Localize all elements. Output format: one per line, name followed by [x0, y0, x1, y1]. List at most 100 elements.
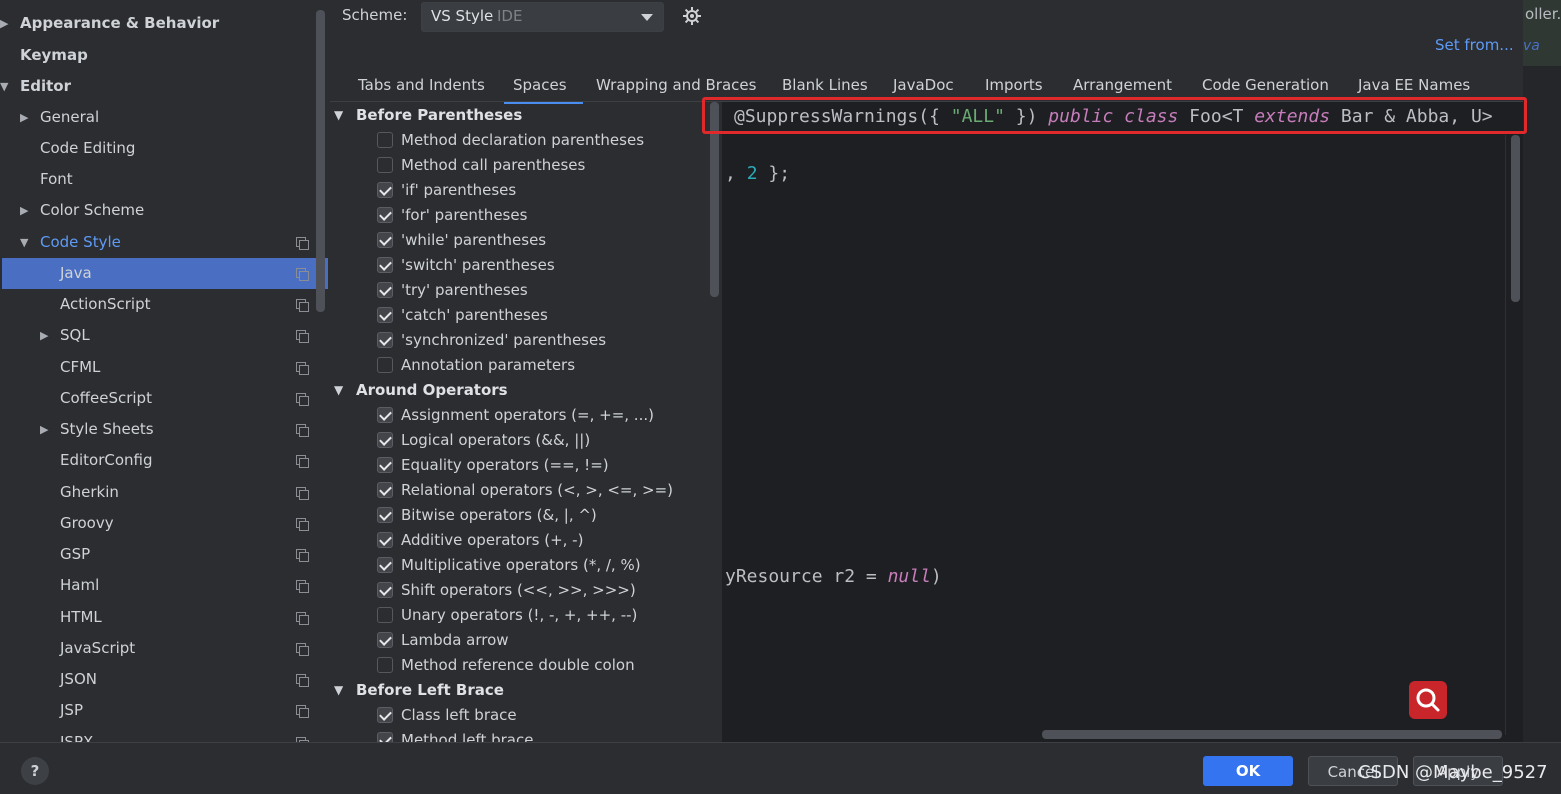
sidebar-scrollbar[interactable] [316, 10, 325, 312]
tree-item-jspx[interactable]: JSPX [2, 727, 328, 742]
collapsed-arrow-icon[interactable]: ▶ [20, 102, 34, 133]
tree-item-sql[interactable]: ▶ SQL [2, 320, 328, 351]
option-checkbox[interactable] [377, 132, 393, 148]
tree-item-style-sheets[interactable]: ▶ Style Sheets [2, 414, 328, 445]
preview-vertical-scrollbar[interactable] [1511, 135, 1520, 302]
tab-spaces[interactable]: Spaces [504, 74, 583, 104]
option-checkbox[interactable] [377, 282, 393, 298]
tree-item-label: Groovy [60, 514, 114, 532]
option-checkbox[interactable] [377, 332, 393, 348]
code-preview: @SuppressWarnings({ "ALL" }) public clas… [722, 102, 1523, 742]
option-checkbox[interactable] [377, 182, 393, 198]
option-label: Additive operators (+, -) [401, 531, 584, 549]
gear-icon[interactable] [682, 6, 702, 26]
tree-item-label: CFML [60, 358, 101, 376]
tree-item-label: JSON [60, 670, 97, 688]
tree-item-gsp[interactable]: GSP [2, 539, 328, 570]
option-checkbox[interactable] [377, 507, 393, 523]
tree-item-coffeescript[interactable]: CoffeeScript [2, 383, 328, 414]
settings-tree: ▶ Appearance & Behavior Keymap ▼ Editor ▶ Gene… [0, 0, 328, 742]
collapsed-arrow-icon[interactable]: ▶ [40, 320, 54, 351]
option-checkbox[interactable] [377, 607, 393, 623]
option-checkbox[interactable] [377, 632, 393, 648]
tree-item-label: Editor [20, 77, 71, 95]
tree-item-editor[interactable]: ▼ Editor [0, 71, 328, 102]
expanded-arrow-icon[interactable]: ▼ [334, 378, 343, 403]
tree-item-actionscript[interactable]: ActionScript [2, 289, 328, 320]
collapsed-arrow-icon[interactable]: ▶ [0, 8, 14, 39]
tree-item-font[interactable]: Font [2, 164, 328, 195]
option-checkbox[interactable] [377, 257, 393, 273]
tree-item-groovy[interactable]: Groovy [2, 508, 328, 539]
option-label: Equality operators (==, !=) [401, 456, 609, 474]
tree-item-gherkin[interactable]: Gherkin [2, 477, 328, 508]
option-checkbox[interactable] [377, 157, 393, 173]
copy-icon [296, 455, 309, 468]
option-label: Method declaration parentheses [401, 131, 645, 149]
option-checkbox[interactable] [377, 657, 393, 673]
tree-item-javascript[interactable]: JavaScript [2, 633, 328, 664]
copy-icon [296, 393, 309, 406]
collapsed-arrow-icon[interactable]: ▶ [20, 195, 34, 226]
collapsed-arrow-icon[interactable]: ▶ [40, 414, 54, 445]
tree-item-label: EditorConfig [60, 451, 153, 469]
tree-item-label: JSPX [60, 733, 94, 742]
expanded-arrow-icon[interactable]: ▼ [334, 103, 343, 128]
preview-horizontal-scrollbar[interactable] [1042, 730, 1502, 739]
tree-item-appearance-behavior[interactable]: ▶ Appearance & Behavior [0, 8, 328, 39]
tree-item-general[interactable]: ▶ General [2, 102, 328, 133]
copy-icon [296, 237, 309, 250]
tree-item-label: ActionScript [60, 295, 151, 313]
option-label: 'try' parentheses [401, 281, 528, 299]
tree-item-label: Style Sheets [60, 420, 154, 438]
option-checkbox[interactable] [377, 232, 393, 248]
tree-item-java[interactable]: Java [2, 258, 328, 289]
option-checkbox[interactable] [377, 357, 393, 373]
tree-item-label: GSP [60, 545, 91, 563]
tree-item-jsp[interactable]: JSP [2, 695, 328, 726]
option-checkbox[interactable] [377, 407, 393, 423]
spaces-options-tree: ▼ Before Parentheses Method declaration pa… [330, 102, 722, 742]
tree-item-editorconfig[interactable]: EditorConfig [2, 445, 328, 476]
search-icon[interactable] [1409, 681, 1447, 719]
option-label: Multiplicative operators (*, /, %) [401, 556, 641, 574]
ok-button[interactable]: OK [1203, 756, 1293, 786]
option-checkbox[interactable] [377, 582, 393, 598]
copy-icon [296, 487, 309, 500]
option-label: Method left brace [401, 731, 534, 742]
background-tab-text-2: va [1523, 38, 1540, 54]
option-checkbox[interactable] [377, 707, 393, 723]
option-label: 'switch' parentheses [401, 256, 555, 274]
expanded-arrow-icon[interactable]: ▼ [334, 678, 343, 703]
option-checkbox[interactable] [377, 457, 393, 473]
tree-item-haml[interactable]: Haml [2, 570, 328, 601]
option-checkbox[interactable] [377, 307, 393, 323]
expanded-arrow-icon[interactable]: ▼ [0, 71, 14, 102]
tree-item-json[interactable]: JSON [2, 664, 328, 695]
tree-item-code-style[interactable]: ▼ Code Style [2, 227, 328, 258]
expanded-arrow-icon[interactable]: ▼ [20, 227, 34, 258]
option-label: 'while' parentheses [401, 231, 547, 249]
tree-item-label: CoffeeScript [60, 389, 152, 407]
tab-tabs-and-indents[interactable]: Tabs and Indents [358, 74, 485, 101]
tree-item-label: Gherkin [60, 483, 119, 501]
code-token: , [725, 163, 747, 184]
tree-item-code-editing[interactable]: Code Editing [2, 133, 328, 164]
option-checkbox[interactable] [377, 207, 393, 223]
tree-item-color-scheme[interactable]: ▶ Color Scheme [2, 195, 328, 226]
help-button[interactable]: ? [21, 757, 49, 785]
option-label: 'for' parentheses [401, 206, 528, 224]
option-label: Relational operators (<, >, <=, >=) [401, 481, 674, 499]
tree-item-cfml[interactable]: CFML [2, 352, 328, 383]
tree-item-keymap[interactable]: Keymap [2, 40, 328, 71]
scheme-dropdown[interactable]: VS Style IDE [421, 2, 664, 32]
option-checkbox[interactable] [377, 432, 393, 448]
option-checkbox[interactable] [377, 482, 393, 498]
tree-item-label: JavaScript [60, 639, 136, 657]
option-checkbox[interactable] [377, 532, 393, 548]
set-from-link[interactable]: Set from... [1435, 36, 1514, 54]
preview-line-2: , 2 }; [725, 163, 790, 184]
option-checkbox[interactable] [377, 732, 393, 742]
option-checkbox[interactable] [377, 557, 393, 573]
tree-item-html[interactable]: HTML [2, 602, 328, 633]
